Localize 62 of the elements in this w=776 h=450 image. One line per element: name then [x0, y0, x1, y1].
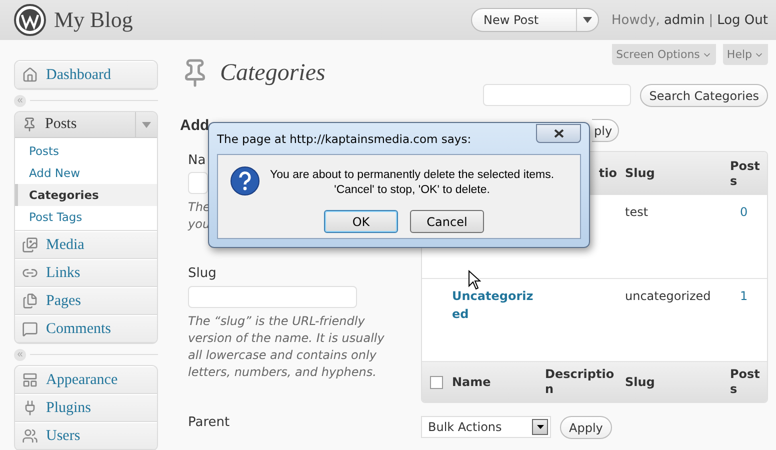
- submenu-item[interactable]: Categories: [15, 184, 157, 206]
- menu-item[interactable]: Appearance: [15, 366, 157, 394]
- username-link[interactable]: admin: [664, 12, 705, 28]
- column-header[interactable]: Posts: [726, 367, 767, 397]
- dialog-title: The page at http://kaptainsmedia.com says:: [217, 132, 472, 146]
- layout-icon: [22, 372, 38, 388]
- greeting-text: Howdy,: [612, 12, 660, 28]
- photos-icon: [22, 237, 38, 253]
- question-mark-icon: [230, 166, 260, 196]
- caret-icon: [142, 122, 151, 128]
- menu-item[interactable]: Media: [15, 231, 157, 259]
- dialog-button[interactable]: Cancel: [410, 210, 484, 233]
- field-label: Parent: [188, 415, 230, 430]
- menu-item[interactable]: Users: [15, 422, 157, 450]
- menu-item[interactable]: Plugins: [15, 394, 157, 422]
- pushpin-icon: [22, 117, 37, 132]
- apply-button[interactable]: ply: [592, 119, 620, 142]
- name-field[interactable]: [188, 172, 208, 194]
- hint-text: The “slug” is the URL-friendly version of the name. It is usually all lowercase and contains only letters, numbers, and hyphens.: [188, 313, 386, 381]
- dialog-button[interactable]: OK: [324, 210, 398, 233]
- speech-bubble-icon: [22, 321, 38, 337]
- table-cell-text: uncategorized: [624, 288, 712, 305]
- menu-item[interactable]: Comments: [15, 315, 157, 343]
- column-header[interactable]: Slug: [621, 374, 726, 390]
- submenu-item[interactable]: Add New: [15, 162, 157, 184]
- logout-link[interactable]: Log Out: [717, 12, 768, 28]
- caret-icon: [536, 425, 544, 429]
- divider-text: |: [708, 12, 714, 28]
- page-title: Categories: [220, 60, 326, 86]
- select-all-checkbox[interactable]: [430, 376, 443, 388]
- bulk-actions-select[interactable]: Bulk Actions: [421, 416, 551, 438]
- menu-item[interactable]: Links: [15, 259, 157, 287]
- apply-button[interactable]: Apply: [560, 416, 612, 439]
- close-icon: [554, 129, 564, 138]
- post-count-link[interactable]: 0: [726, 195, 767, 229]
- caret-icon: [582, 17, 592, 23]
- new-post-button[interactable]: New Post: [470, 8, 598, 32]
- category-name-link[interactable]: Uncategorized: [448, 279, 541, 331]
- site-title: My Blog: [54, 7, 133, 33]
- close-button[interactable]: [536, 124, 581, 143]
- logo-icon: [14, 4, 46, 36]
- field-label: Na: [188, 153, 206, 168]
- menu-item[interactable]: Dashboard: [15, 61, 157, 89]
- dialog-message: You are about to permanently delete the selected items. 'Cancel' to stop, 'OK' to delete.: [270, 168, 554, 198]
- post-count-link[interactable]: 1: [726, 279, 767, 313]
- section-heading: Add: [180, 117, 210, 136]
- column-header[interactable]: Name: [448, 374, 541, 390]
- table-cell-text: test: [624, 204, 650, 221]
- menu-item[interactable]: Pages: [15, 287, 157, 315]
- menu-item[interactable]: Posts: [15, 116, 135, 133]
- submenu-item[interactable]: Posts: [15, 140, 157, 162]
- pages-icon: [22, 293, 38, 309]
- slug-field[interactable]: [188, 286, 357, 308]
- house-icon: [22, 67, 38, 83]
- column-header[interactable]: Description: [541, 367, 621, 397]
- field-label: Slug: [188, 266, 216, 281]
- column-header[interactable]: Posts: [726, 158, 767, 188]
- search-button[interactable]: Search Categories: [640, 84, 768, 107]
- search-field[interactable]: [483, 84, 632, 106]
- column-header[interactable]: Slug: [621, 166, 726, 181]
- people-icon: [22, 428, 38, 444]
- submenu-item[interactable]: Post Tags: [15, 206, 157, 228]
